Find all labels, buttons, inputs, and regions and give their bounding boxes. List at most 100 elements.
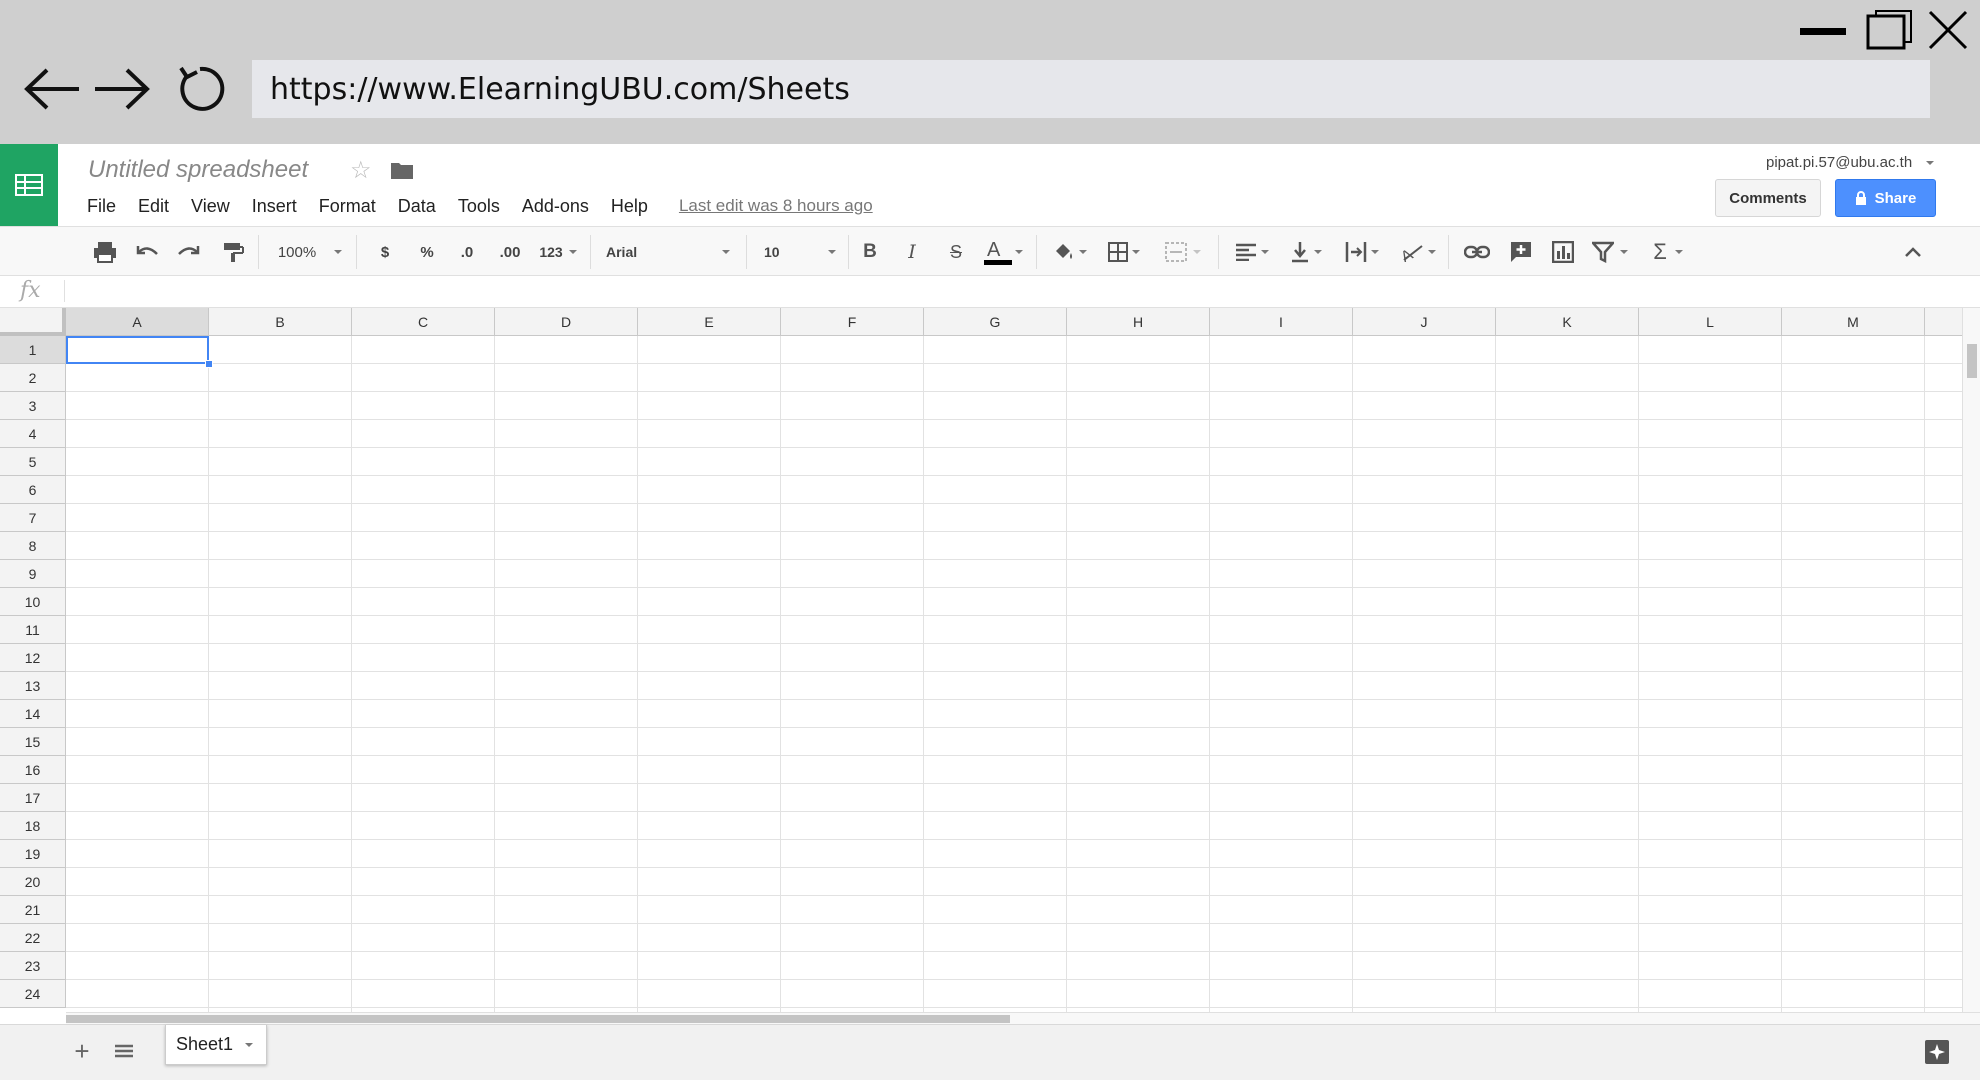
menu-data[interactable]: Data	[387, 188, 447, 224]
menu-file[interactable]: File	[76, 188, 127, 224]
row-header-7[interactable]: 7	[0, 504, 66, 532]
row-header-23[interactable]: 23	[0, 952, 66, 980]
filter-icon[interactable]	[1588, 237, 1632, 267]
row-header-6[interactable]: 6	[0, 476, 66, 504]
row-header-16[interactable]: 16	[0, 756, 66, 784]
paint-format-icon[interactable]	[218, 237, 248, 267]
menu-edit[interactable]: Edit	[127, 188, 180, 224]
row-header-13[interactable]: 13	[0, 672, 66, 700]
forward-arrow-icon[interactable]	[92, 62, 152, 116]
row-header-22[interactable]: 22	[0, 924, 66, 952]
row-header-10[interactable]: 10	[0, 588, 66, 616]
merge-cells-icon[interactable]	[1158, 237, 1208, 267]
row-header-8[interactable]: 8	[0, 532, 66, 560]
column-header-h[interactable]: H	[1067, 308, 1210, 336]
folder-icon[interactable]	[390, 160, 414, 180]
font-size-select[interactable]: 10	[764, 237, 836, 267]
row-header-5[interactable]: 5	[0, 448, 66, 476]
row-header-14[interactable]: 14	[0, 700, 66, 728]
column-header-i[interactable]: I	[1210, 308, 1353, 336]
decrease-decimal-button[interactable]: .0	[452, 237, 482, 267]
collapse-toolbar-icon[interactable]	[1898, 237, 1928, 267]
menu-add-ons[interactable]: Add-ons	[511, 188, 600, 224]
column-header-l[interactable]: L	[1639, 308, 1782, 336]
horizontal-align-icon[interactable]	[1230, 237, 1274, 267]
horizontal-scrollbar[interactable]	[66, 1012, 1980, 1024]
row-header-3[interactable]: 3	[0, 392, 66, 420]
text-color-icon[interactable]: A	[980, 237, 1026, 267]
column-header-f[interactable]: F	[781, 308, 924, 336]
menu-format[interactable]: Format	[308, 188, 387, 224]
back-arrow-icon[interactable]	[22, 62, 82, 116]
insert-comment-icon[interactable]	[1506, 237, 1536, 267]
column-header-d[interactable]: D	[495, 308, 638, 336]
row-header-2[interactable]: 2	[0, 364, 66, 392]
row-header-11[interactable]: 11	[0, 616, 66, 644]
row-header-9[interactable]: 9	[0, 560, 66, 588]
row-header-4[interactable]: 4	[0, 420, 66, 448]
italic-icon[interactable]: I	[898, 237, 926, 267]
insert-link-icon[interactable]	[1462, 237, 1492, 267]
column-header-b[interactable]: B	[209, 308, 352, 336]
row-header-15[interactable]: 15	[0, 728, 66, 756]
more-formats-select[interactable]: 123	[536, 237, 580, 267]
menu-tools[interactable]: Tools	[447, 188, 511, 224]
print-icon[interactable]	[90, 237, 120, 267]
sheet-tab-sheet1[interactable]: Sheet1	[165, 1025, 267, 1065]
column-header-j[interactable]: J	[1353, 308, 1496, 336]
insert-chart-icon[interactable]	[1548, 237, 1578, 267]
vertical-scroll-thumb[interactable]	[1967, 344, 1977, 378]
bold-icon[interactable]: B	[856, 237, 884, 267]
column-header-k[interactable]: K	[1496, 308, 1639, 336]
column-header-g[interactable]: G	[924, 308, 1067, 336]
share-button[interactable]: Share	[1835, 179, 1936, 217]
maximize-icon[interactable]	[1866, 10, 1912, 50]
undo-icon[interactable]	[132, 237, 162, 267]
explore-icon[interactable]	[1924, 1039, 1950, 1065]
column-header-m[interactable]: M	[1782, 308, 1925, 336]
increase-decimal-button[interactable]: .00	[494, 237, 526, 267]
formula-input[interactable]	[72, 280, 1952, 304]
sheet-tab-caret-icon[interactable]	[245, 1042, 254, 1047]
currency-format-button[interactable]: $	[372, 237, 398, 267]
vertical-scrollbar[interactable]	[1962, 308, 1980, 1012]
menu-insert[interactable]: Insert	[241, 188, 308, 224]
horizontal-scroll-thumb[interactable]	[66, 1015, 1010, 1023]
text-wrapping-icon[interactable]	[1340, 237, 1384, 267]
menu-view[interactable]: View	[180, 188, 241, 224]
select-all-corner[interactable]	[0, 308, 66, 336]
all-sheets-icon[interactable]	[110, 1037, 138, 1065]
account-menu[interactable]: pipat.pi.57@ubu.ac.th	[1766, 154, 1935, 171]
reload-icon[interactable]	[170, 62, 230, 116]
text-rotation-icon[interactable]: A	[1396, 237, 1440, 267]
add-sheet-icon[interactable]: +	[68, 1036, 96, 1066]
sheets-logo-icon[interactable]	[0, 144, 58, 226]
close-icon[interactable]	[1924, 10, 1970, 50]
minimize-icon[interactable]	[1800, 10, 1846, 50]
row-header-17[interactable]: 17	[0, 784, 66, 812]
row-header-21[interactable]: 21	[0, 896, 66, 924]
url-bar[interactable]: https://www.ElearningUBU.com/Sheets	[252, 60, 1930, 118]
row-header-1[interactable]: 1	[0, 336, 66, 364]
functions-icon[interactable]: Σ	[1646, 237, 1690, 267]
redo-icon[interactable]	[174, 237, 204, 267]
zoom-select[interactable]: 100%	[272, 237, 348, 267]
fill-color-icon[interactable]	[1048, 237, 1092, 267]
fill-handle[interactable]	[205, 360, 213, 368]
percent-format-button[interactable]: %	[414, 237, 440, 267]
column-header-a[interactable]: A	[66, 308, 209, 336]
menu-help[interactable]: Help	[600, 188, 659, 224]
comments-button[interactable]: Comments	[1715, 179, 1821, 217]
row-header-19[interactable]: 19	[0, 840, 66, 868]
column-header-partial[interactable]	[1925, 308, 1962, 336]
column-header-c[interactable]: C	[352, 308, 495, 336]
row-header-20[interactable]: 20	[0, 868, 66, 896]
strikethrough-icon[interactable]: S	[942, 237, 970, 267]
star-icon[interactable]: ☆	[350, 156, 378, 184]
borders-icon[interactable]	[1102, 237, 1146, 267]
cell-area[interactable]	[66, 336, 1962, 1012]
row-header-24[interactable]: 24	[0, 980, 66, 1008]
document-title[interactable]: Untitled spreadsheet	[88, 156, 308, 184]
last-edit-link[interactable]: Last edit was 8 hours ago	[679, 196, 873, 216]
column-header-e[interactable]: E	[638, 308, 781, 336]
